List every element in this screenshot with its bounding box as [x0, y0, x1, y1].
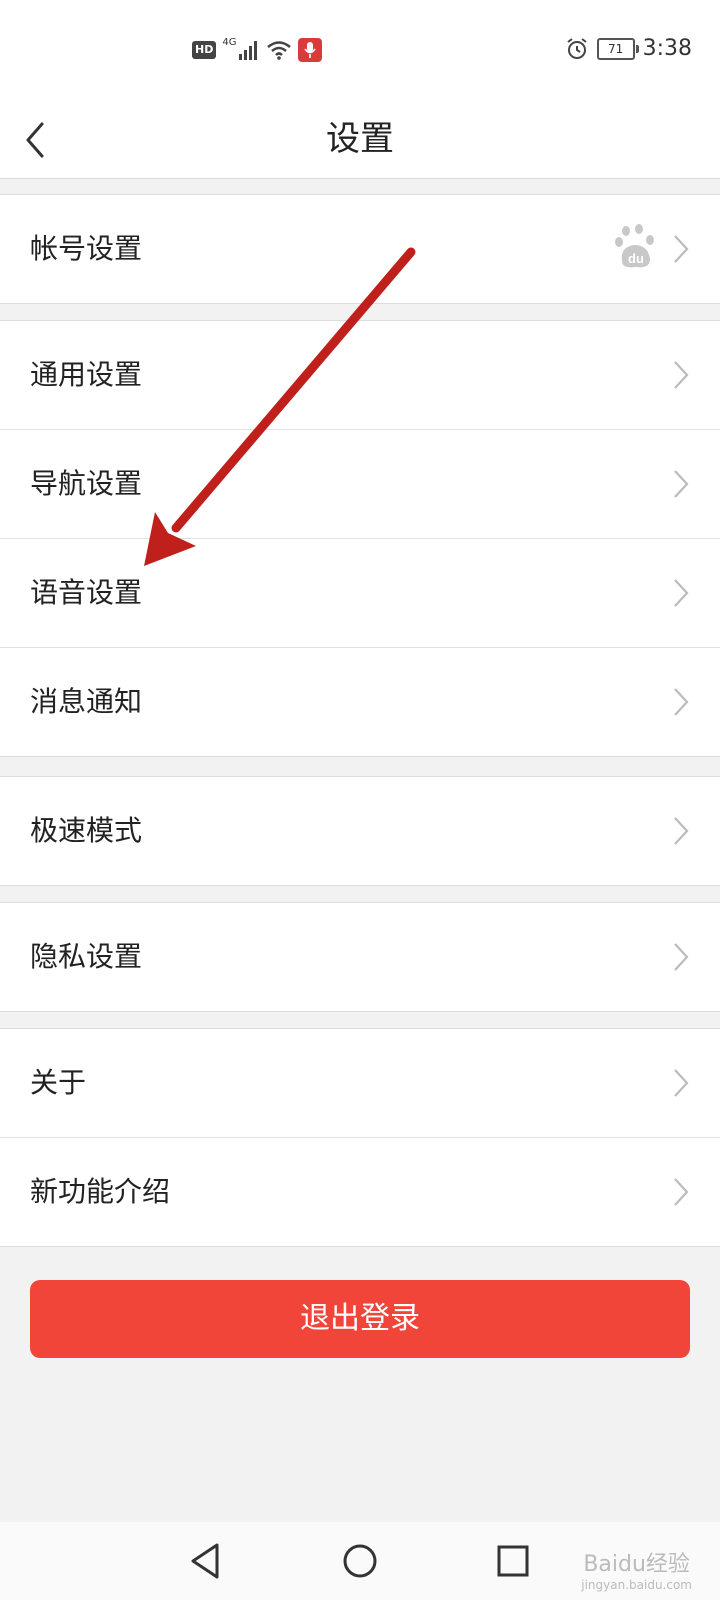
settings-section-general: 通用设置 导航设置 语音设置 消息通知 — [0, 320, 720, 757]
settings-row-label: 导航设置 — [30, 467, 143, 500]
status-left-icons: HD 4G — [192, 36, 323, 62]
microphone-icon — [298, 38, 323, 62]
status-right-icons: 71 3:38 — [565, 36, 692, 61]
settings-row-label: 极速模式 — [30, 814, 143, 847]
title-bar: 设置 — [0, 100, 720, 179]
settings-row-privacy[interactable]: 隐私设置 — [0, 903, 720, 1011]
chevron-right-icon — [674, 1178, 689, 1206]
settings-row-account[interactable]: 帐号设置 du — [0, 195, 720, 303]
battery-indicator: 71 — [596, 37, 639, 60]
settings-section-account: 帐号设置 du — [0, 194, 720, 304]
status-bar: HD 4G 71 3:38 — [0, 0, 720, 100]
watermark-subtext: jingyan.baidu.com — [581, 1578, 692, 1592]
settings-row-label: 新功能介绍 — [30, 1175, 171, 1208]
nav-back-button[interactable] — [180, 1536, 230, 1586]
nav-recent-button[interactable] — [488, 1536, 538, 1586]
chevron-right-icon — [674, 361, 689, 389]
settings-row-new-features[interactable]: 新功能介绍 — [0, 1138, 720, 1246]
chevron-right-icon — [674, 817, 689, 845]
chevron-right-icon — [674, 1069, 689, 1097]
nav-home-button[interactable] — [335, 1536, 385, 1586]
settings-row-label: 帐号设置 — [30, 232, 143, 265]
settings-row-about[interactable]: 关于 — [0, 1029, 720, 1138]
chevron-right-icon — [674, 470, 689, 498]
settings-row-label: 隐私设置 — [30, 940, 143, 973]
settings-row-label: 消息通知 — [30, 685, 143, 718]
hd-badge: HD — [192, 41, 217, 59]
svg-text:du: du — [628, 251, 644, 266]
settings-row-voice[interactable]: 语音设置 — [0, 539, 720, 648]
alarm-icon — [566, 37, 587, 59]
page-title: 设置 — [326, 119, 394, 159]
square-recent-icon — [497, 1545, 529, 1577]
settings-row-general[interactable]: 通用设置 — [0, 321, 720, 430]
settings-row-label: 语音设置 — [30, 576, 143, 609]
watermark: Baidu经验 jingyan.baidu.com — [581, 1546, 692, 1592]
wifi-icon — [267, 41, 292, 60]
settings-section-about: 关于 新功能介绍 — [0, 1028, 720, 1247]
circle-home-icon — [343, 1544, 377, 1578]
chevron-right-icon — [674, 235, 689, 263]
logout-button[interactable]: 退出登录 — [30, 1280, 690, 1358]
network-type: 4G — [222, 36, 237, 48]
clock: 3:38 — [642, 36, 692, 61]
baidu-paw-icon: du — [615, 224, 654, 268]
signal-icon — [239, 41, 258, 60]
settings-section-privacy: 隐私设置 — [0, 902, 720, 1012]
settings-section-speed: 极速模式 — [0, 776, 720, 886]
settings-row-notifications[interactable]: 消息通知 — [0, 648, 720, 756]
triangle-back-icon — [191, 1543, 219, 1579]
watermark-text: Baidu经验 — [583, 1552, 690, 1577]
settings-row-label: 关于 — [30, 1066, 87, 1099]
chevron-right-icon — [674, 943, 689, 971]
chevron-right-icon — [674, 688, 689, 716]
chevron-right-icon — [674, 579, 689, 607]
settings-row-label: 通用设置 — [30, 358, 143, 391]
settings-row-navigation[interactable]: 导航设置 — [0, 430, 720, 539]
settings-row-speed-mode[interactable]: 极速模式 — [0, 777, 720, 885]
